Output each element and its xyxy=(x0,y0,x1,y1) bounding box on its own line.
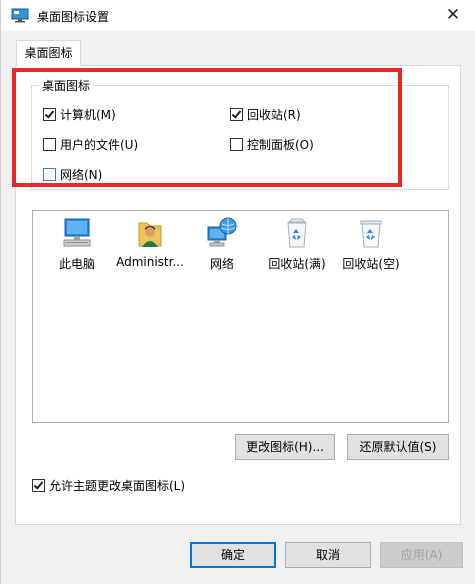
checkbox-control-panel-box[interactable] xyxy=(230,138,243,151)
change-icon-button[interactable]: 更改图标(H)... xyxy=(235,434,335,460)
checkbox-network-label: 网络(N) xyxy=(60,168,103,182)
tab-desktop-icons[interactable]: 桌面图标 xyxy=(16,40,81,66)
icon-label: 网络 xyxy=(209,257,234,271)
checkbox-allow-themes-box[interactable] xyxy=(32,479,45,492)
restore-default-button[interactable]: 还原默认值(S) xyxy=(347,434,449,460)
desktop-icon-settings-dialog: 桌面图标设置 ✕ 桌面图标 桌面图标 计算机(M) 回收站(R) 用户的文件(U… xyxy=(0,0,475,584)
checkbox-user-files-label: 用户的文件(U) xyxy=(60,138,139,152)
checkbox-recycle-bin[interactable]: 回收站(R) xyxy=(230,106,301,123)
checkbox-user-files[interactable]: 用户的文件(U) xyxy=(43,136,138,153)
recycle-bin-empty-icon xyxy=(360,220,382,248)
computer-icon xyxy=(63,218,91,247)
checkbox-computer-label: 计算机(M) xyxy=(60,108,116,122)
checkbox-user-files-box[interactable] xyxy=(43,138,56,151)
desktop-settings-icon xyxy=(11,8,29,23)
checkbox-control-panel[interactable]: 控制面板(O) xyxy=(230,136,314,153)
window-edge xyxy=(463,31,475,584)
list-item-this-pc[interactable]: 此电脑 xyxy=(41,217,113,272)
list-item-administrator[interactable]: Administr... xyxy=(112,217,188,269)
checkbox-allow-themes[interactable]: 允许主题更改桌面图标(L) xyxy=(32,477,185,494)
close-button[interactable]: ✕ xyxy=(430,0,475,31)
title-bar[interactable]: 桌面图标设置 ✕ xyxy=(1,0,475,31)
checkbox-allow-themes-label: 允许主题更改桌面图标(L) xyxy=(49,479,186,493)
icon-label: 回收站(空) xyxy=(342,257,400,271)
user-folder-icon xyxy=(138,222,162,247)
groupbox-label: 桌面图标 xyxy=(39,77,94,94)
desktop-icon-list[interactable]: 此电脑 Administr... 网络 回收站(满) 回收站(空) xyxy=(32,210,449,423)
checkbox-network-box[interactable] xyxy=(43,168,56,181)
checkbox-recycle-bin-label: 回收站(R) xyxy=(247,108,301,122)
checkbox-control-panel-label: 控制面板(O) xyxy=(247,138,314,152)
list-item-recycle-bin-empty[interactable]: 回收站(空) xyxy=(335,217,407,272)
apply-button[interactable]: 应用(A) xyxy=(380,542,463,568)
checkbox-computer[interactable]: 计算机(M) xyxy=(43,106,116,123)
checkbox-recycle-bin-box[interactable] xyxy=(230,108,243,121)
ok-button[interactable]: 确定 xyxy=(190,542,276,568)
icon-label: 此电脑 xyxy=(58,257,95,271)
checkbox-computer-box[interactable] xyxy=(43,108,56,121)
cancel-button[interactable]: 取消 xyxy=(285,542,371,568)
close-icon: ✕ xyxy=(445,5,461,25)
recycle-bin-full-icon xyxy=(287,218,307,248)
checkbox-network[interactable]: 网络(N) xyxy=(43,166,102,183)
icon-label: Administr... xyxy=(116,255,184,269)
list-item-network[interactable]: 网络 xyxy=(186,217,258,272)
network-icon xyxy=(207,217,237,247)
icon-label: 回收站(满) xyxy=(268,257,326,271)
list-item-recycle-bin-full[interactable]: 回收站(满) xyxy=(261,217,333,272)
window-title: 桌面图标设置 xyxy=(37,10,110,24)
